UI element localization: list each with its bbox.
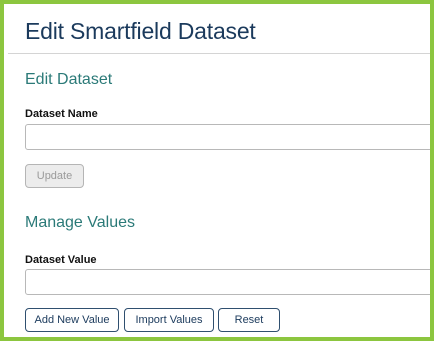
reset-button[interactable]: Reset [218,308,280,332]
dataset-name-input[interactable] [25,124,430,150]
dataset-value-input[interactable] [25,269,430,295]
manage-values-heading: Manage Values [25,214,135,231]
page-title: Edit Smartfield Dataset [25,18,256,44]
import-values-button[interactable]: Import Values [124,308,214,332]
update-button[interactable]: Update [25,164,84,188]
edit-dataset-heading: Edit Dataset [25,71,113,88]
dataset-value-label: Dataset Value [25,254,97,266]
title-divider [8,53,430,54]
edit-dataset-panel: Edit Smartfield Dataset Edit Dataset Dat… [8,8,430,333]
dataset-name-label: Dataset Name [25,108,98,120]
app-frame: Edit Smartfield Dataset Edit Dataset Dat… [0,0,434,341]
add-new-value-button[interactable]: Add New Value [25,308,119,332]
